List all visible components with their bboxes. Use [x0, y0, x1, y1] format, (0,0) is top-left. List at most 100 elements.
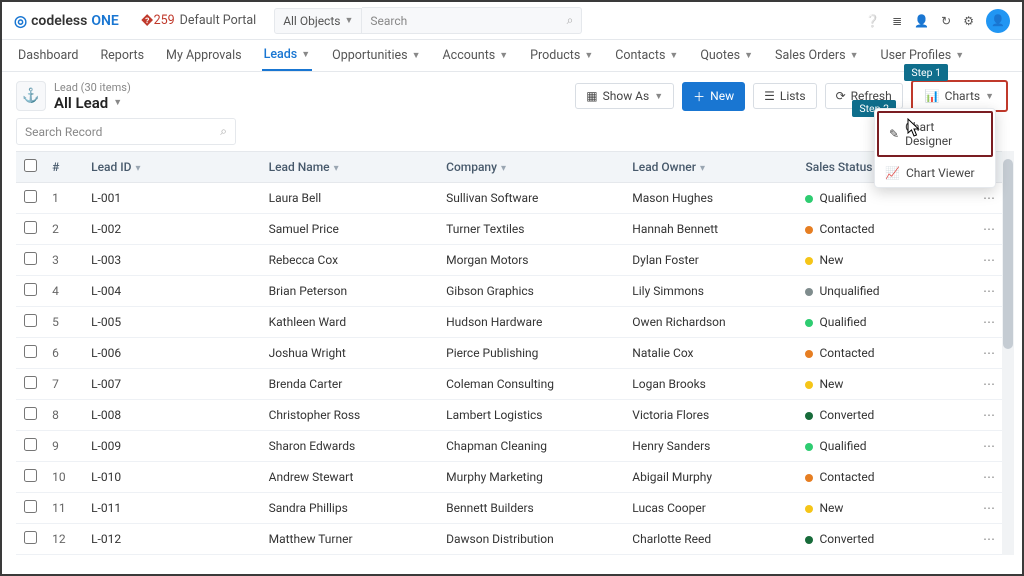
table-row[interactable]: 9L-009Sharon EdwardsChapman CleaningHenr…	[16, 431, 1014, 462]
cell-lead-id: L-010	[83, 462, 261, 493]
row-menu-button[interactable]: ⋯	[983, 470, 995, 484]
status-dot-icon	[805, 381, 813, 389]
row-number: 1	[44, 183, 83, 214]
table-row[interactable]: 13L-013Nancy CampbellRussell RetailEthan…	[16, 555, 1014, 556]
row-menu-button[interactable]: ⋯	[983, 439, 995, 453]
select-all-checkbox[interactable]	[24, 159, 37, 172]
row-menu-button[interactable]: ⋯	[983, 408, 995, 422]
row-menu-button[interactable]: ⋯	[983, 377, 995, 391]
charts-dropdown: ✎ Chart Designer 📈 Chart Viewer	[874, 108, 996, 188]
table-row[interactable]: 10L-010Andrew StewartMurphy MarketingAbi…	[16, 462, 1014, 493]
help-icon[interactable]: ❔	[865, 14, 880, 28]
cell-lead-id: L-003	[83, 245, 261, 276]
row-number: 6	[44, 338, 83, 369]
cell-lead-name: Christopher Ross	[261, 400, 439, 431]
status-dot-icon	[805, 412, 813, 420]
row-checkbox[interactable]	[24, 376, 37, 389]
record-search-input[interactable]: Search Record ⌕	[16, 118, 236, 145]
show-as-button[interactable]: ▦Show As▼	[575, 83, 674, 109]
tab-accounts[interactable]: Accounts▼	[441, 41, 511, 70]
row-checkbox[interactable]	[24, 438, 37, 451]
cursor-pointer-icon	[906, 118, 924, 143]
table-row[interactable]: 4L-004Brian PetersonGibson GraphicsLily …	[16, 276, 1014, 307]
cell-lead-name: Brenda Carter	[261, 369, 439, 400]
row-checkbox[interactable]	[24, 469, 37, 482]
row-menu-button[interactable]: ⋯	[983, 501, 995, 515]
row-menu-button[interactable]: ⋯	[983, 532, 995, 546]
col-company[interactable]: Company ▾	[438, 152, 624, 183]
row-menu-button[interactable]: ⋯	[983, 315, 995, 329]
cell-lead-id: L-008	[83, 400, 261, 431]
tab-dashboard[interactable]: Dashboard	[16, 41, 80, 70]
row-checkbox[interactable]	[24, 314, 37, 327]
table-row[interactable]: 7L-007Brenda CarterColeman ConsultingLog…	[16, 369, 1014, 400]
vertical-scrollbar[interactable]	[1002, 151, 1014, 555]
row-checkbox[interactable]	[24, 345, 37, 358]
row-checkbox[interactable]	[24, 531, 37, 544]
lists-button[interactable]: ☰Lists	[753, 83, 816, 109]
col-lead-id[interactable]: Lead ID▾	[83, 152, 261, 183]
table-row[interactable]: 3L-003Rebecca CoxMorgan MotorsDylan Fost…	[16, 245, 1014, 276]
row-number: 7	[44, 369, 83, 400]
row-menu-button[interactable]: ⋯	[983, 191, 995, 205]
gear-icon[interactable]: ⚙	[963, 14, 974, 28]
table-row[interactable]: 6L-006Joshua WrightPierce PublishingNata…	[16, 338, 1014, 369]
search-scope-dropdown[interactable]: All Objects ▼	[274, 8, 362, 34]
tab-sales-orders[interactable]: Sales Orders▼	[773, 41, 860, 70]
tab-quotes[interactable]: Quotes▼	[698, 41, 755, 70]
table-row[interactable]: 5L-005Kathleen WardHudson HardwareOwen R…	[16, 307, 1014, 338]
row-number: 12	[44, 524, 83, 555]
row-menu-button[interactable]: ⋯	[983, 222, 995, 236]
cell-company: Coleman Consulting	[438, 369, 624, 400]
global-search-input[interactable]: Search ⌕	[362, 7, 582, 34]
tab-leads[interactable]: Leads▼	[262, 40, 313, 71]
cell-owner: Owen Richardson	[624, 307, 797, 338]
chevron-down-icon: ▼	[412, 50, 421, 61]
tab-opportunities[interactable]: Opportunities▼	[330, 41, 422, 70]
table-row[interactable]: 1L-001Laura BellSullivan SoftwareMason H…	[16, 183, 1014, 214]
charts-button[interactable]: 📊 Charts ▼	[915, 84, 1004, 108]
tab-reports[interactable]: Reports	[98, 41, 146, 70]
table-row[interactable]: 12L-012Matthew TurnerDawson Distribution…	[16, 524, 1014, 555]
designer-icon: ✎	[889, 127, 899, 141]
col-owner[interactable]: Lead Owner▾	[624, 152, 797, 183]
col-num[interactable]: #	[44, 152, 83, 183]
row-number: 10	[44, 462, 83, 493]
new-button[interactable]: ＋New	[682, 82, 745, 111]
select-all-header[interactable]	[16, 152, 44, 183]
row-checkbox[interactable]	[24, 283, 37, 296]
tab-products[interactable]: Products▼	[528, 41, 595, 70]
row-checkbox[interactable]	[24, 252, 37, 265]
sort-icon: ▾	[501, 163, 506, 174]
anchor-icon[interactable]: ⚓	[16, 81, 46, 111]
col-lead-name[interactable]: Lead Name▾	[261, 152, 439, 183]
portal-selector[interactable]: �259 Default Portal	[141, 13, 256, 28]
history-icon[interactable]: ↻	[941, 14, 951, 28]
cell-owner: Dylan Foster	[624, 245, 797, 276]
row-checkbox[interactable]	[24, 407, 37, 420]
table-row[interactable]: 11L-011Sandra PhillipsBennett BuildersLu…	[16, 493, 1014, 524]
row-checkbox[interactable]	[24, 221, 37, 234]
row-checkbox[interactable]	[24, 500, 37, 513]
row-checkbox[interactable]	[24, 190, 37, 203]
tab-my-approvals[interactable]: My Approvals	[164, 41, 244, 70]
col-company-label: Company	[446, 160, 497, 174]
page-title[interactable]: All Lead ▼	[54, 94, 131, 112]
database-icon[interactable]: ≣	[892, 14, 902, 28]
row-menu-button[interactable]: ⋯	[983, 253, 995, 267]
chart-viewer-item[interactable]: 📈 Chart Viewer	[875, 159, 995, 187]
cell-company: Chapman Cleaning	[438, 431, 624, 462]
row-menu-button[interactable]: ⋯	[983, 346, 995, 360]
app-logo: ◎ codelessONE	[14, 12, 119, 30]
row-menu-button[interactable]: ⋯	[983, 284, 995, 298]
title-text: All Lead	[54, 94, 108, 112]
tab-label: User Profiles	[880, 48, 951, 63]
table-row[interactable]: 2L-002Samuel PriceTurner TextilesHannah …	[16, 214, 1014, 245]
tab-contacts[interactable]: Contacts▼	[613, 41, 680, 70]
table-row[interactable]: 8L-008Christopher RossLambert LogisticsV…	[16, 400, 1014, 431]
chart-designer-item[interactable]: ✎ Chart Designer	[877, 111, 993, 157]
avatar[interactable]: 👤	[986, 9, 1010, 33]
scrollbar-thumb[interactable]	[1003, 159, 1013, 349]
user-add-icon[interactable]: 👤	[914, 14, 929, 28]
chevron-down-icon: ▼	[499, 50, 508, 61]
